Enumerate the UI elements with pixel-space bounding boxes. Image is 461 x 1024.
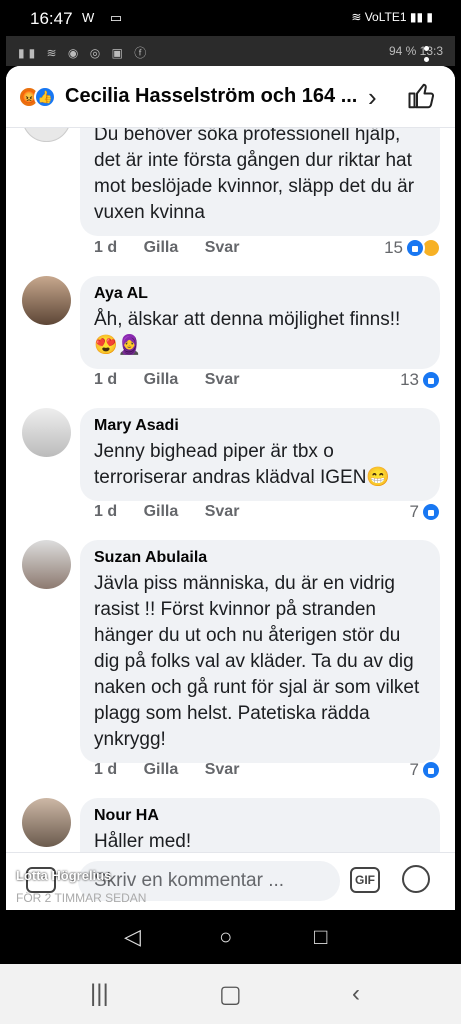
comment-actions: 1 d Gilla Svar <box>94 503 261 521</box>
comment-text: Jävla piss människa, du är en vidrig ras… <box>94 573 420 750</box>
commenter-name[interactable]: Nour HA <box>94 807 426 825</box>
commenter-name[interactable]: Aya AL <box>94 285 426 303</box>
commenter-name[interactable]: Suzan Abulaila <box>94 549 426 567</box>
like-outline-icon[interactable] <box>407 81 437 111</box>
inner-status-icons: ▮▮ ≋ ◉ ◎ ▣ ⓕ <box>18 46 151 60</box>
like-link[interactable]: Gilla <box>144 371 179 388</box>
like-link[interactable]: Gilla <box>144 503 179 520</box>
like-icon <box>421 370 441 390</box>
more-options-icon[interactable] <box>424 46 430 80</box>
status-right-icons: ≋ VoLTE1 ▮▮ ▮ <box>351 10 433 24</box>
status-left-icons: W ▭ <box>82 10 129 25</box>
like-icon <box>421 760 441 780</box>
comment-age: 1 d <box>94 761 118 778</box>
comment-age: 1 d <box>94 371 118 388</box>
emoji-icon[interactable] <box>402 865 430 893</box>
like-icon <box>421 502 441 522</box>
inner-nav-bar: ◁ ○ □ <box>0 910 461 964</box>
gif-icon[interactable]: GIF <box>350 867 380 893</box>
comment-text: Du behöver söka professionell hjälp, det… <box>94 124 415 223</box>
comment-bubble[interactable]: Suzan Abulaila Jävla piss människa, du ä… <box>80 540 440 763</box>
avatar[interactable] <box>22 276 71 325</box>
back-icon[interactable]: ◁ <box>124 924 141 950</box>
comment-age: 1 d <box>94 239 118 256</box>
like-reaction-icon: 👍 <box>34 86 56 108</box>
comment-actions: 1 d Gilla Svar <box>94 371 261 389</box>
reaction-count[interactable]: 13 <box>400 370 441 390</box>
chevron-right-icon[interactable]: › <box>368 82 377 113</box>
status-time: 16:47 <box>30 9 73 28</box>
status-bar: 16:47 W ▭ ≋ VoLTE1 ▮▮ ▮ <box>0 0 461 36</box>
reaction-icons: 😡 👍 <box>18 86 62 110</box>
comments-header: 😡 👍 Cecilia Hasselström och 164 ... › <box>6 66 455 128</box>
comment-text: Åh, älskar att denna möjlighet finns!! 😍… <box>94 309 401 356</box>
comment-actions: 1 d Gilla Svar <box>94 761 261 779</box>
avatar[interactable] <box>22 540 71 589</box>
comment-age: 1 d <box>94 503 118 520</box>
reply-link[interactable]: Svar <box>205 761 240 778</box>
reaction-count[interactable]: 7 <box>410 760 441 780</box>
story-time: FÖR 2 TIMMAR SEDAN <box>16 891 147 905</box>
reaction-count[interactable]: 7 <box>410 502 441 522</box>
back-icon[interactable]: ‹ <box>352 980 360 1008</box>
comment-actions: 1 d Gilla Svar <box>94 239 261 257</box>
reply-link[interactable]: Svar <box>205 239 240 256</box>
comments-panel: 😡 👍 Cecilia Hasselström och 164 ... › Du… <box>6 66 455 910</box>
recent-apps-icon[interactable]: ||| <box>90 980 109 1008</box>
inner-screenshot-status-bar: ▮▮ ≋ ◉ ◎ ▣ ⓕ 94 % 13:3 <box>6 36 455 66</box>
reply-link[interactable]: Svar <box>205 371 240 388</box>
like-icon <box>405 238 425 258</box>
inner-battery: 94 % <box>388 44 417 58</box>
system-nav-bar: ||| ▢ ‹ <box>0 964 461 1024</box>
home-icon[interactable]: ▢ <box>219 980 242 1009</box>
like-link[interactable]: Gilla <box>144 239 179 256</box>
reply-link[interactable]: Svar <box>205 503 240 520</box>
recents-icon[interactable]: □ <box>314 924 327 950</box>
avatar[interactable] <box>22 408 71 457</box>
story-author: Lotta Högrelius <box>16 868 112 883</box>
reaction-count[interactable]: 15 <box>384 238 441 258</box>
inner-status-right: 94 % 13:3 <box>389 44 443 58</box>
commenter-name[interactable]: Mary Asadi <box>94 417 426 435</box>
comment-bubble[interactable]: Aya AL Åh, älskar att denna möjlighet fi… <box>80 276 440 369</box>
like-link[interactable]: Gilla <box>144 761 179 778</box>
home-icon[interactable]: ○ <box>219 924 232 950</box>
comment-bubble[interactable]: Mary Asadi Jenny bighead piper är tbx o … <box>80 408 440 501</box>
comment-text: Jenny bighead piper är tbx o terrorisera… <box>94 441 391 488</box>
avatar[interactable] <box>22 798 71 847</box>
reactions-title[interactable]: Cecilia Hasselström och 164 ... <box>65 85 357 108</box>
